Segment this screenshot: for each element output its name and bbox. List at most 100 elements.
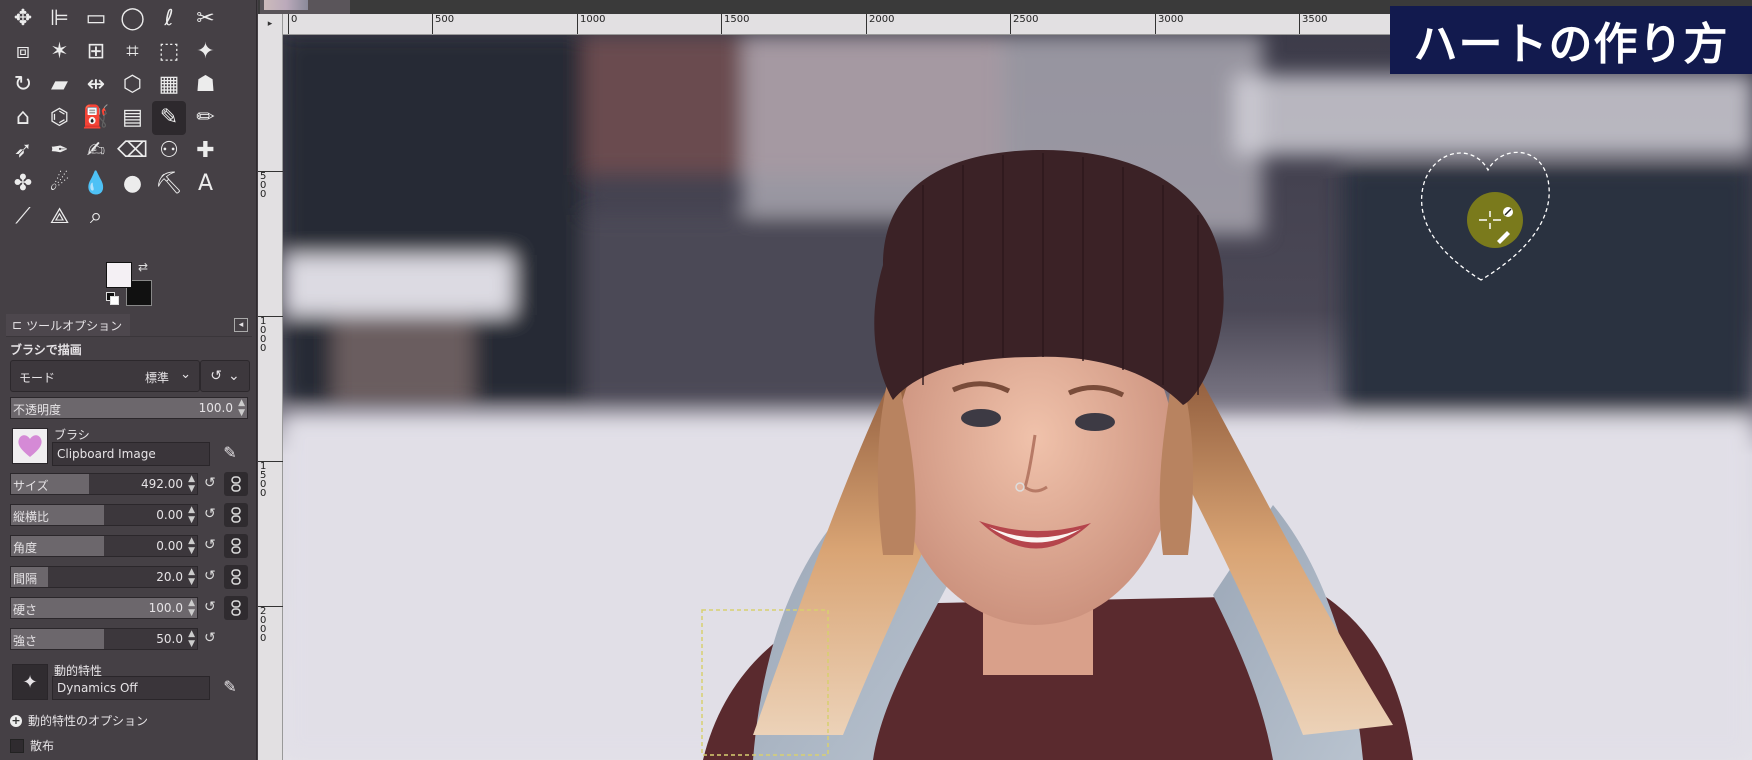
unified-transform-tool-icon[interactable]: ⬚ — [152, 35, 186, 69]
ruler-tick-label: 1500 — [721, 14, 749, 34]
spin-arrows-icon[interactable]: ▲ ▼ — [188, 567, 195, 587]
swap-colors-icon[interactable]: ⇄ — [138, 260, 148, 274]
edit-brush-icon[interactable]: ✎ — [218, 440, 242, 464]
ruler-tick-label: 500 — [432, 14, 454, 34]
spin-arrows-icon[interactable]: ▲ ▼ — [188, 598, 195, 618]
clone-tool-icon[interactable]: ⚇ — [152, 134, 186, 168]
image-tab[interactable] — [260, 0, 350, 14]
brush-name-field[interactable]: Clipboard Image — [52, 442, 210, 466]
title-badge: ハートの作り方 — [1390, 6, 1752, 74]
dynamics-icon: ✦ — [22, 671, 38, 693]
link-to-brush-default-icon[interactable] — [224, 596, 248, 620]
rotate-tool-icon[interactable]: ↻ — [6, 68, 40, 102]
align-tool-icon[interactable]: ⊫ — [43, 2, 77, 36]
default-colors-icon[interactable] — [106, 292, 119, 305]
quick-mask-toggle-icon[interactable]: ▸ — [258, 14, 283, 35]
mode-reset-button[interactable]: ↺ ⌄ — [200, 360, 250, 392]
cage-transform-tool-icon[interactable]: ☗ — [189, 68, 223, 102]
move-tool-icon[interactable]: ✥ — [6, 2, 40, 36]
image-thumbnail — [264, 0, 308, 10]
bucket-fill-tool-icon[interactable]: ⛽ — [79, 101, 113, 135]
chevron-down-icon: ⌄ — [228, 368, 240, 384]
reset-icon[interactable]: ↺ — [204, 506, 216, 522]
heal-tool-icon[interactable]: ✚ — [189, 134, 223, 168]
spin-arrows-icon[interactable]: ▲ ▼ — [188, 505, 195, 525]
scatter-checkbox[interactable] — [10, 738, 24, 753]
link-to-brush-default-icon[interactable] — [224, 565, 248, 589]
slider-4[interactable]: 硬さ 100.0 ▲ ▼ — [10, 597, 198, 619]
select-by-color-tool-icon[interactable]: ⊞ — [79, 35, 113, 69]
blur-tool-icon[interactable]: 💧 — [79, 167, 113, 201]
reset-icon[interactable]: ↺ — [204, 475, 216, 491]
dynamics-name-field[interactable]: Dynamics Off — [52, 676, 210, 700]
spin-arrows-icon[interactable]: ▲ ▼ — [188, 536, 195, 556]
eraser-tool-icon[interactable]: ⌫ — [116, 134, 150, 168]
perspective-clone-tool-icon[interactable]: ✤ — [6, 167, 40, 201]
reset-icon[interactable]: ↺ — [204, 537, 216, 553]
color-picker-tool-icon[interactable]: ⟋ — [6, 200, 40, 234]
text-tool-icon[interactable]: A — [189, 167, 223, 201]
spin-arrows-icon[interactable]: ▲ ▼ — [188, 474, 195, 494]
mypaint-brush-tool-icon[interactable]: ✍ — [79, 134, 113, 168]
mode-label: モード — [19, 371, 56, 385]
dynamics-preview[interactable]: ✦ — [12, 664, 48, 700]
smudge-tool-icon[interactable]: ☄ — [43, 167, 77, 201]
rect-select-tool-icon[interactable]: ▭ — [79, 2, 113, 36]
flip-tool-icon[interactable]: ⇹ — [79, 68, 113, 102]
airbrush-tool-icon[interactable]: ➶ — [6, 134, 40, 168]
3d-transform-tool-icon[interactable]: ▦ — [152, 68, 186, 102]
link-to-brush-default-icon[interactable] — [224, 503, 248, 527]
text-path-tool-icon[interactable]: ⛏ — [152, 167, 186, 201]
canvas-image[interactable] — [283, 35, 1752, 760]
gradient-tool-icon[interactable]: ▤ — [116, 101, 150, 135]
free-select-tool-icon[interactable]: ℓ — [152, 2, 186, 36]
ink-tool-icon[interactable]: ✒ — [43, 134, 77, 168]
foreground-select-tool-icon[interactable]: ⧈ — [6, 35, 40, 69]
slider-label: サイズ — [13, 479, 49, 493]
scissors-select-tool-icon[interactable]: ✂ — [189, 2, 223, 36]
dynamics-options-expander[interactable]: + 動的特性のオプション — [10, 712, 148, 729]
mode-select[interactable]: モード 標準 ⌄ — [10, 360, 200, 392]
brush-preview[interactable] — [12, 428, 48, 464]
slider-0[interactable]: サイズ 492.00 ▲ ▼ — [10, 473, 198, 495]
color-area: ⇄ — [104, 260, 154, 308]
ellipse-select-tool-icon[interactable]: ◯ — [116, 2, 150, 36]
dodge-burn-tool-icon[interactable]: ● — [116, 167, 150, 201]
spin-arrows-icon[interactable]: ▲ ▼ — [238, 398, 245, 418]
opacity-slider[interactable]: 不透明度 100.0 ▲ ▼ — [10, 397, 248, 419]
paintbrush-tool-icon[interactable]: ✎ — [152, 101, 186, 135]
slider-1[interactable]: 縦横比 0.00 ▲ ▼ — [10, 504, 198, 526]
warp-transform-tool-icon[interactable]: ✦ — [189, 35, 223, 69]
link-to-brush-default-icon[interactable] — [224, 534, 248, 558]
slider-2[interactable]: 角度 0.00 ▲ ▼ — [10, 535, 198, 557]
perspective-tool-icon[interactable]: ⬡ — [116, 68, 150, 102]
mode-value: 標準 — [144, 371, 169, 385]
zoom-tool-icon[interactable]: ⌕ — [79, 200, 113, 234]
tab-tool-options[interactable]: ⊏ ツールオプション — [6, 314, 131, 336]
vertical-ruler[interactable]: 500 1000 1500 2000 — [258, 34, 284, 760]
fuzzy-select-tool-icon[interactable]: ✶ — [43, 35, 77, 69]
measure-tool-icon[interactable]: ⟁ — [43, 200, 77, 234]
scatter-label: 散布 — [30, 739, 55, 753]
shear-tool-icon[interactable]: ▰ — [43, 68, 77, 102]
edit-dynamics-icon[interactable]: ✎ — [218, 674, 242, 698]
left-dock: ✥ ⊫ ▭ ◯ ℓ ✂ ⧈ ✶ ⊞ ⌗ ⬚ ✦ ↻ ▰ ⇹ ⬡ ▦ ☗ ⌂ ⌬ ⛽ ▤ ✎ ✏ ➶ ✒ ✍ ⌫ ⚇ ✚ ✤ ☄ 💧 ● ⛏ A ⟋ ⟁ ⌕ … — [0, 0, 257, 760]
spin-arrows-icon[interactable]: ▲ ▼ — [188, 629, 195, 649]
reset-icon[interactable]: ↺ — [204, 630, 216, 646]
panel-menu-icon[interactable]: ◂ — [234, 318, 248, 332]
foreground-color-swatch[interactable] — [106, 262, 132, 288]
slider-5[interactable]: 強さ 50.0 ▲ ▼ — [10, 628, 198, 650]
path-tool-icon[interactable]: ⌬ — [43, 101, 77, 135]
slider-3[interactable]: 間隔 20.0 ▲ ▼ — [10, 566, 198, 588]
crop-tool-icon[interactable]: ⌗ — [116, 35, 150, 69]
reset-icon[interactable]: ↺ — [204, 568, 216, 584]
dynamics-options-label: 動的特性のオプション — [28, 714, 149, 728]
handle-transform-tool-icon[interactable]: ⌂ — [6, 101, 40, 135]
slider-label: 強さ — [13, 634, 38, 648]
ruler-tick-label: 2500 — [1010, 14, 1038, 34]
link-to-brush-default-icon[interactable] — [224, 472, 248, 496]
pencil-tool-icon[interactable]: ✏ — [189, 101, 223, 135]
slider-value: 492.00 — [141, 477, 183, 491]
scatter-toggle[interactable]: 散布 — [10, 737, 54, 754]
reset-icon[interactable]: ↺ — [204, 599, 216, 615]
